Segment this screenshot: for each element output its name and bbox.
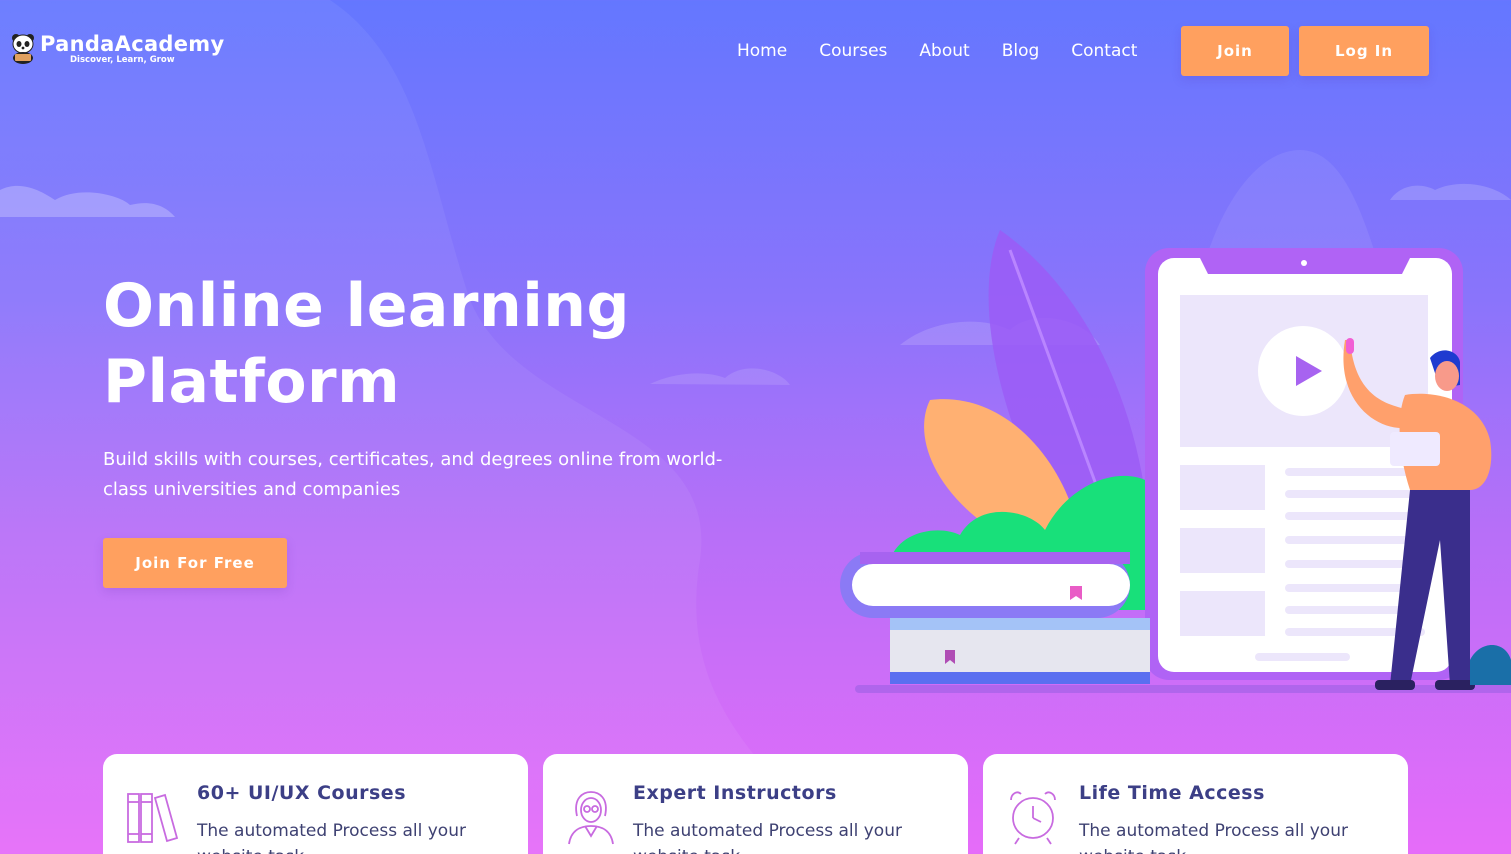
hero-illustration [840, 230, 1511, 693]
feature-card-access[interactable]: Life Time Access The automated Process a… [983, 754, 1408, 854]
brand-tagline: Discover, Learn, Grow [70, 55, 175, 65]
feature-title: 60+ UI/UX Courses [197, 782, 407, 804]
nav-blog[interactable]: Blog [1002, 41, 1040, 61]
books-icon [127, 793, 179, 843]
feature-desc: The automated Process all your website t… [633, 821, 902, 854]
hero-title: Online learning Platform [103, 268, 743, 420]
instructor-icon [568, 791, 614, 845]
nav-contact[interactable]: Contact [1071, 41, 1137, 61]
nav-home[interactable]: Home [737, 41, 787, 61]
brand-name: PandaAcademy [40, 32, 225, 56]
join-for-free-button[interactable]: Join For Free [103, 538, 287, 588]
join-button[interactable]: Join [1181, 26, 1289, 76]
nav-about[interactable]: About [919, 41, 969, 61]
panda-icon [12, 34, 34, 64]
feature-title: Life Time Access [1079, 782, 1265, 804]
brand-logo[interactable]: PandaAcademy Discover, Learn, Grow [10, 32, 224, 65]
feature-title: Expert Instructors [633, 782, 837, 804]
hero-title-line1: Online learning [103, 271, 630, 341]
hero-title-line2: Platform [103, 347, 401, 417]
feature-desc: The automated Process all your website t… [1079, 821, 1348, 854]
nav-courses[interactable]: Courses [819, 41, 887, 61]
hero-subtitle: Build skills with courses, certificates,… [103, 449, 723, 500]
feature-card-courses[interactable]: 60+ UI/UX Courses The automated Process … [103, 754, 528, 854]
feature-desc: The automated Process all your website t… [197, 821, 466, 854]
feature-card-instructors[interactable]: Expert Instructors The automated Process… [543, 754, 968, 854]
alarm-clock-icon [1010, 791, 1056, 845]
login-button[interactable]: Log In [1299, 26, 1429, 76]
main-nav: Home Courses About Blog Contact [737, 41, 1169, 61]
